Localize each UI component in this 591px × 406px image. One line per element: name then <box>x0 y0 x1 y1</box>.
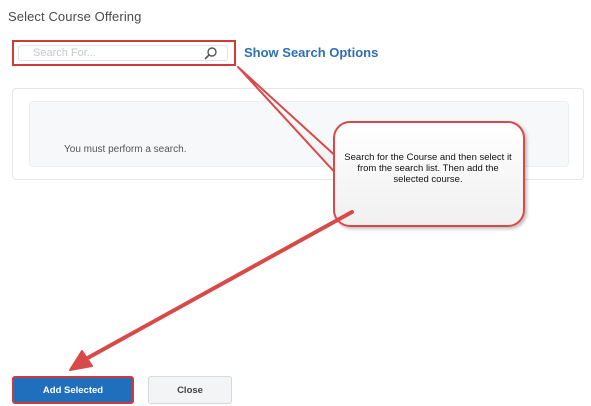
search-icon[interactable] <box>204 46 218 60</box>
annotation-arrow-head <box>69 350 93 371</box>
add-selected-button[interactable]: Add Selected <box>12 376 134 404</box>
show-search-options-link[interactable]: Show Search Options <box>244 45 378 60</box>
dialog-title: Select Course Offering <box>8 9 142 24</box>
annotation-arrow-line <box>82 210 354 362</box>
callout-text: Search for the Course and then select it… <box>344 152 512 185</box>
search-input[interactable] <box>18 45 228 61</box>
empty-results-message: You must perform a search. <box>64 144 187 155</box>
close-button[interactable]: Close <box>148 376 232 404</box>
search-highlight-box <box>12 40 236 66</box>
